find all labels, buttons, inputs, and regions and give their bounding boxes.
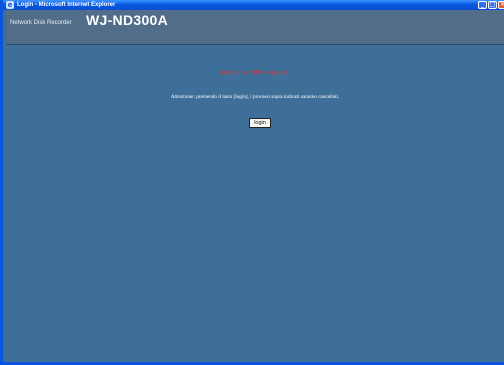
title-bar: e Login - Microsoft Internet Explorer _ … bbox=[3, 0, 504, 10]
browser-window: e Login - Microsoft Internet Explorer _ … bbox=[0, 0, 504, 365]
close-button[interactable]: ✕ bbox=[498, 1, 504, 9]
maximize-button[interactable]: □ bbox=[488, 1, 497, 9]
window-title: Login - Microsoft Internet Explorer bbox=[17, 2, 116, 8]
minimize-button[interactable]: _ bbox=[478, 1, 487, 9]
product-model: WJ-ND300A bbox=[86, 12, 169, 28]
app-header: Network Disk Recorder WJ-ND300A bbox=[6, 10, 504, 45]
warning-message: Attenzione: premendo il tasto [login], i… bbox=[170, 94, 340, 100]
internet-explorer-icon: e bbox=[6, 1, 14, 9]
login-button[interactable]: login bbox=[249, 118, 271, 128]
status-heading: Setup dello HDD completato bbox=[220, 70, 290, 76]
product-subtitle: Network Disk Recorder bbox=[10, 20, 72, 26]
main-content: Setup dello HDD completato Attenzione: p… bbox=[6, 45, 504, 362]
